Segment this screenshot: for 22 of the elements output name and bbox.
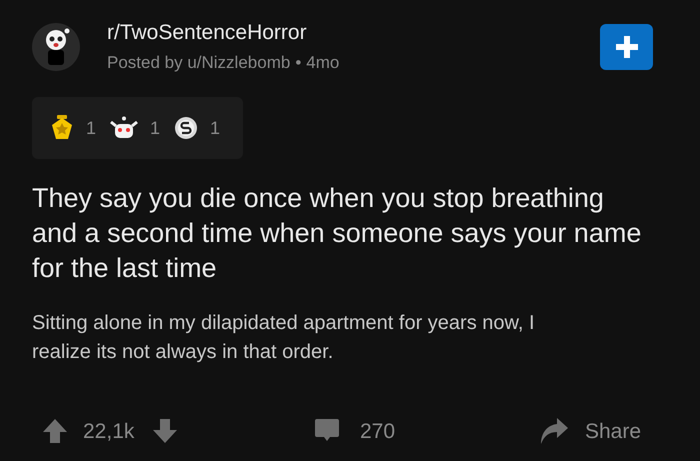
post-age: 4mo: [306, 52, 340, 74]
awards-panel[interactable]: 1 1 1: [32, 97, 243, 159]
award-count: 1: [150, 116, 160, 140]
share-button[interactable]: Share: [539, 416, 642, 447]
award-count: 1: [86, 116, 96, 140]
award-count: 1: [210, 116, 220, 140]
post-byline: Posted by u/Nizzlebomb: [107, 52, 290, 74]
post-body: Sitting alone in my dilapidated apartment for years now, I realize its not always in that order.: [32, 311, 536, 365]
subreddit-name[interactable]: r/TwoSentenceHorror: [107, 20, 340, 46]
downvote-icon[interactable]: [152, 418, 178, 444]
comment-count: 270: [360, 418, 396, 444]
coin-award-icon: [174, 116, 198, 140]
robot-award-icon: [110, 116, 138, 140]
subreddit-avatar-icon[interactable]: [32, 23, 80, 71]
vote-count: 22,1k: [83, 418, 134, 444]
join-button[interactable]: [600, 24, 653, 70]
upvote-icon[interactable]: [42, 418, 68, 444]
star-award-icon: [50, 115, 74, 141]
post-title: They say you die once when you stop breathing and a second time when someone says your name for the last time: [32, 182, 642, 285]
plus-icon: [616, 36, 638, 58]
separator-dot: •: [295, 52, 302, 74]
share-arrow-icon: [539, 416, 569, 446]
